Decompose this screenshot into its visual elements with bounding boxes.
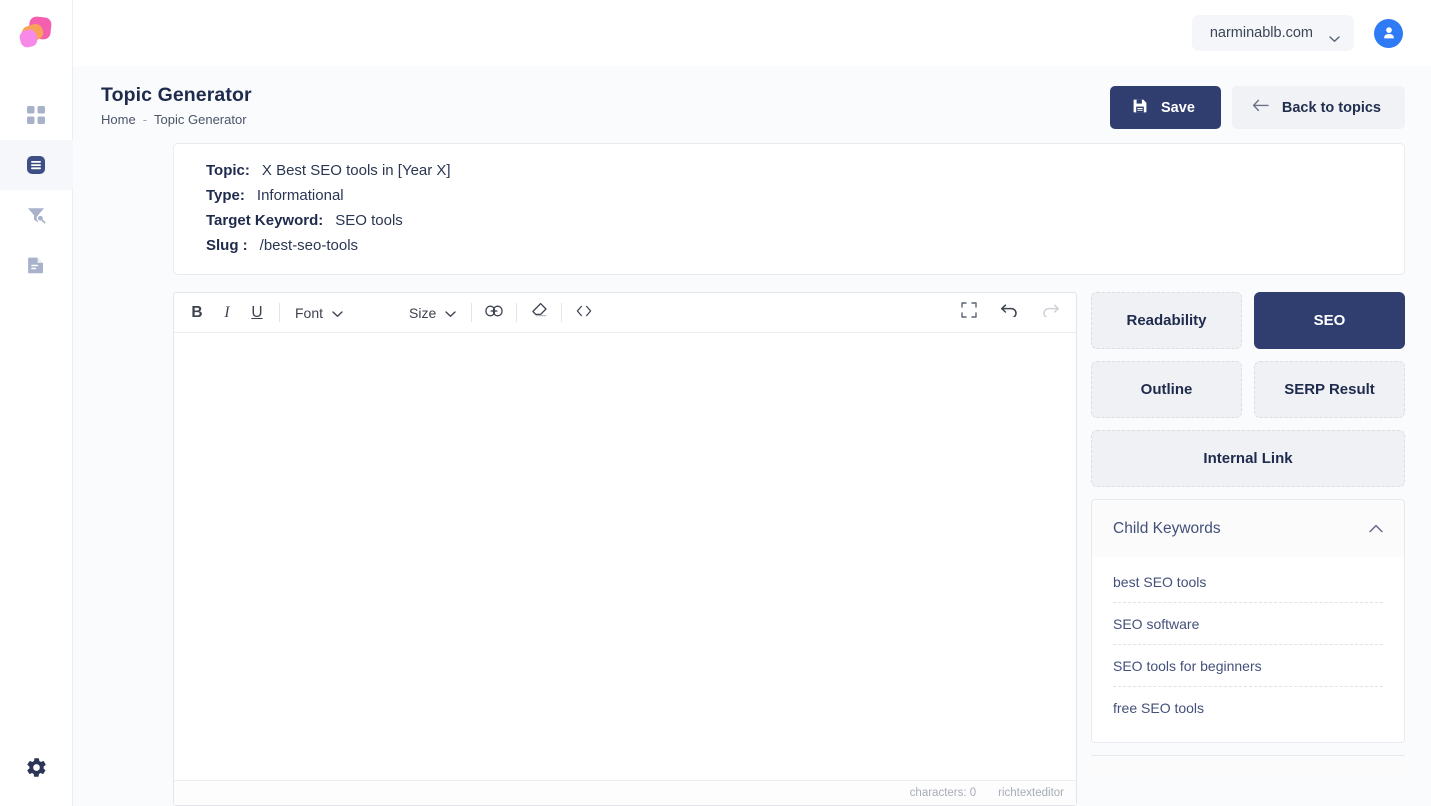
next-panel-stub [1091, 755, 1405, 775]
size-dropdown-label: Size [409, 304, 437, 321]
toolbar-divider [471, 303, 473, 322]
undo-button[interactable] [994, 299, 1025, 327]
grid-icon [25, 104, 47, 126]
list-item[interactable]: best SEO tools [1113, 561, 1383, 603]
app-root: narminablb.com Topic Generator Home - To [0, 0, 1431, 806]
font-dropdown[interactable]: Font [287, 299, 351, 327]
sidebar [0, 0, 73, 806]
analysis-tab-grid: Readability SEO Outline SERP Result Inte… [1091, 292, 1405, 487]
sidebar-item-dashboard[interactable] [0, 90, 73, 140]
page-header-text: Topic Generator Home - Topic Generator [101, 84, 252, 127]
tab-readability[interactable]: Readability [1091, 292, 1242, 349]
rich-text-editor: B I U Font Size characters: 0 richtexted… [173, 292, 1077, 806]
editor-brand: richtexteditor [998, 787, 1064, 799]
user-avatar-icon[interactable] [1374, 18, 1403, 48]
list-item[interactable]: SEO software [1113, 603, 1383, 645]
chevron-down-icon [445, 305, 456, 321]
header-actions: Save Back to topics [1110, 86, 1405, 129]
child-keywords-panel: Child Keywords best SEO tools SEO softwa… [1091, 499, 1405, 743]
size-dropdown[interactable]: Size [401, 299, 464, 327]
link-icon [485, 304, 503, 322]
sidebar-item-content[interactable] [0, 140, 73, 190]
eraser-icon [531, 302, 548, 323]
font-dropdown-label: Font [295, 304, 324, 321]
page-header: Topic Generator Home - Topic Generator S… [73, 66, 1431, 129]
right-rail: Readability SEO Outline SERP Result Inte… [1091, 292, 1405, 806]
toolbar-right-group [954, 299, 1066, 327]
italic-button[interactable]: I [212, 299, 242, 327]
toolbar-divider [561, 303, 563, 322]
back-to-topics-button[interactable]: Back to topics [1231, 86, 1405, 129]
breadcrumb-separator: - [142, 112, 148, 127]
save-button-label: Save [1161, 99, 1195, 116]
chevron-up-icon[interactable] [1369, 520, 1383, 538]
child-keywords-title: Child Keywords [1113, 519, 1221, 537]
tab-serp-result[interactable]: SERP Result [1254, 361, 1405, 418]
type-value: Informational [256, 187, 344, 204]
page-title: Topic Generator [101, 84, 252, 106]
slug-label: Slug : [206, 237, 248, 254]
sidebar-item-reports[interactable] [0, 240, 73, 290]
content-area: B I U Font Size characters: 0 richtexted… [73, 275, 1431, 806]
chevron-down-icon [1329, 30, 1340, 42]
toolbar-divider [516, 303, 518, 322]
redo-icon [1041, 303, 1060, 322]
sidebar-item-settings[interactable] [0, 742, 73, 792]
sidebar-nav [0, 90, 73, 290]
editor-content-area[interactable] [174, 333, 1076, 780]
character-count: characters: 0 [909, 787, 977, 799]
child-keywords-header[interactable]: Child Keywords [1092, 500, 1404, 557]
domain-selector[interactable]: narminablb.com [1191, 15, 1354, 51]
top-bar: narminablb.com [73, 0, 1431, 66]
slug-value: /best-seo-tools [259, 237, 359, 254]
document-icon [25, 254, 47, 276]
tab-outline[interactable]: Outline [1091, 361, 1242, 418]
list-item[interactable]: free SEO tools [1113, 687, 1383, 728]
editor-footer: characters: 0 richtexteditor [174, 780, 1076, 805]
underline-button[interactable]: U [242, 299, 272, 327]
info-row-keyword: Target Keyword: SEO tools [206, 212, 1404, 229]
sidebar-bottom [0, 742, 73, 792]
info-row-topic: Topic: X Best SEO tools in [Year X] [206, 162, 1404, 179]
save-floppy-icon [1132, 98, 1148, 118]
topic-value: X Best SEO tools in [Year X] [261, 162, 451, 179]
clear-format-button[interactable] [524, 299, 554, 327]
target-keyword-label: Target Keyword: [206, 212, 324, 229]
breadcrumb-current: Topic Generator [154, 112, 247, 127]
tab-seo[interactable]: SEO [1254, 292, 1405, 349]
list-item[interactable]: SEO tools for beginners [1113, 645, 1383, 687]
gear-icon [25, 756, 48, 779]
link-button[interactable] [479, 299, 509, 327]
undo-icon [1000, 303, 1019, 322]
child-keywords-list: best SEO tools SEO software SEO tools fo… [1092, 557, 1404, 742]
back-to-topics-label: Back to topics [1281, 99, 1381, 116]
editor-toolbar: B I U Font Size [174, 293, 1076, 333]
redo-button[interactable] [1035, 299, 1066, 327]
fullscreen-icon [961, 302, 977, 323]
fullscreen-button[interactable] [954, 299, 984, 327]
info-row-type: Type: Informational [206, 187, 1404, 204]
code-view-button[interactable] [569, 299, 599, 327]
tab-internal-link[interactable]: Internal Link [1091, 430, 1405, 487]
chevron-down-icon [332, 305, 343, 321]
bold-button[interactable]: B [182, 299, 212, 327]
code-view-icon [576, 304, 592, 322]
arrow-left-icon [1252, 99, 1269, 116]
article-icon [24, 153, 48, 177]
main-area: narminablb.com Topic Generator Home - To [73, 0, 1431, 806]
funnel-search-icon [25, 204, 47, 226]
type-label: Type: [206, 187, 245, 204]
topic-info-card: Topic: X Best SEO tools in [Year X] Type… [173, 143, 1405, 275]
topic-label: Topic: [206, 162, 250, 179]
save-button[interactable]: Save [1110, 86, 1221, 129]
breadcrumb-home[interactable]: Home [101, 112, 136, 127]
info-row-slug: Slug : /best-seo-tools [206, 237, 1404, 254]
domain-label: narminablb.com [1209, 25, 1313, 41]
app-logo[interactable] [0, 0, 73, 66]
target-keyword-value: SEO tools [335, 212, 403, 229]
breadcrumb: Home - Topic Generator [101, 112, 252, 127]
sidebar-item-keyword-research[interactable] [0, 190, 73, 240]
toolbar-divider [279, 303, 280, 322]
